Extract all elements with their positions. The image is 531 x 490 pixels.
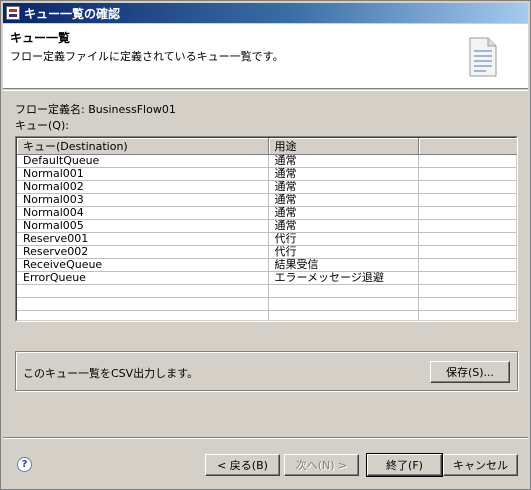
queue-usage-cell: 通常 bbox=[268, 193, 419, 207]
table-row[interactable]: Normal005 通常 bbox=[17, 219, 517, 233]
save-button[interactable]: 保存(S)... bbox=[430, 361, 510, 383]
title-bar[interactable]: キュー一覧の確認 bbox=[3, 3, 528, 23]
queue-usage-cell: 結果受信 bbox=[268, 258, 419, 272]
column-header-filler bbox=[418, 138, 517, 155]
table-row[interactable]: Normal001 通常 bbox=[17, 167, 517, 181]
csv-export-group: このキュー一覧をCSV出力します。 保存(S)... bbox=[15, 351, 518, 391]
footer-separator bbox=[3, 437, 528, 439]
queue-name-cell: ReceiveQueue bbox=[17, 258, 269, 272]
table-row[interactable]: DefaultQueue 通常 bbox=[17, 154, 517, 168]
cancel-button[interactable]: キャンセル bbox=[443, 454, 518, 476]
empty-row bbox=[17, 297, 517, 311]
queue-usage-cell: 通常 bbox=[268, 167, 419, 181]
next-button[interactable]: 次へ(N) > bbox=[284, 454, 359, 476]
queue-list-label: キュー(Q): bbox=[15, 119, 69, 132]
queue-name-cell: Reserve002 bbox=[17, 245, 269, 259]
empty-row bbox=[17, 284, 517, 298]
queue-usage-cell: 通常 bbox=[268, 180, 419, 194]
table-row[interactable]: Reserve002 代行 bbox=[17, 245, 517, 259]
table-header-row: キュー(Destination) 用途 bbox=[17, 138, 517, 155]
queue-table[interactable]: キュー(Destination) 用途 DefaultQueue 通常 Norma… bbox=[15, 136, 518, 322]
queue-name-cell: Normal005 bbox=[17, 219, 269, 233]
banner-title: キュー一覧 bbox=[10, 31, 71, 45]
flow-name-value: BusinessFlow01 bbox=[88, 103, 176, 116]
back-button[interactable]: < 戻る(B) bbox=[205, 454, 280, 476]
queue-usage-cell: 通常 bbox=[268, 219, 419, 233]
queue-name-cell: ErrorQueue bbox=[17, 271, 269, 285]
csv-export-message: このキュー一覧をCSV出力します。 bbox=[23, 367, 199, 380]
empty-row bbox=[17, 310, 517, 321]
dialog-window: キュー一覧の確認 キュー一覧 フロー定義ファイルに定義されているキュー一覧です。… bbox=[0, 0, 531, 490]
queue-name-cell: Normal002 bbox=[17, 180, 269, 194]
finish-button[interactable]: 終了(F) bbox=[366, 453, 443, 477]
table-row[interactable]: Normal002 通常 bbox=[17, 180, 517, 194]
queue-name-cell: DefaultQueue bbox=[17, 154, 269, 168]
column-header-usage[interactable]: 用途 bbox=[268, 138, 419, 155]
document-icon bbox=[469, 37, 497, 77]
flow-name-label: フロー定義名: bbox=[15, 103, 85, 116]
queue-usage-cell: 通常 bbox=[268, 206, 419, 220]
table-row[interactable]: Reserve001 代行 bbox=[17, 232, 517, 246]
window-title: キュー一覧の確認 bbox=[24, 6, 121, 21]
header-banner: キュー一覧 フロー定義ファイルに定義されているキュー一覧です。 bbox=[3, 24, 528, 89]
queue-name-cell: Normal001 bbox=[17, 167, 269, 181]
table-row[interactable]: Normal004 通常 bbox=[17, 206, 517, 220]
banner-description: フロー定義ファイルに定義されているキュー一覧です。 bbox=[10, 50, 284, 63]
queue-usage-cell: 代行 bbox=[268, 245, 419, 259]
app-icon bbox=[6, 6, 20, 20]
flow-name-row: フロー定義名: BusinessFlow01 bbox=[15, 101, 176, 117]
queue-usage-cell: エラーメッセージ退避 bbox=[268, 271, 419, 285]
queue-usage-cell: 通常 bbox=[268, 154, 419, 168]
table-row[interactable]: ReceiveQueue 結果受信 bbox=[17, 258, 517, 272]
table-row[interactable]: Normal003 通常 bbox=[17, 193, 517, 207]
help-icon[interactable]: ? bbox=[17, 457, 32, 472]
table-row[interactable]: ErrorQueue エラーメッセージ退避 bbox=[17, 271, 517, 285]
queue-name-cell: Normal004 bbox=[17, 206, 269, 220]
queue-usage-cell: 代行 bbox=[268, 232, 419, 246]
banner-separator bbox=[3, 90, 528, 91]
queue-name-cell: Reserve001 bbox=[17, 232, 269, 246]
column-header-destination[interactable]: キュー(Destination) bbox=[17, 138, 269, 155]
queue-name-cell: Normal003 bbox=[17, 193, 269, 207]
